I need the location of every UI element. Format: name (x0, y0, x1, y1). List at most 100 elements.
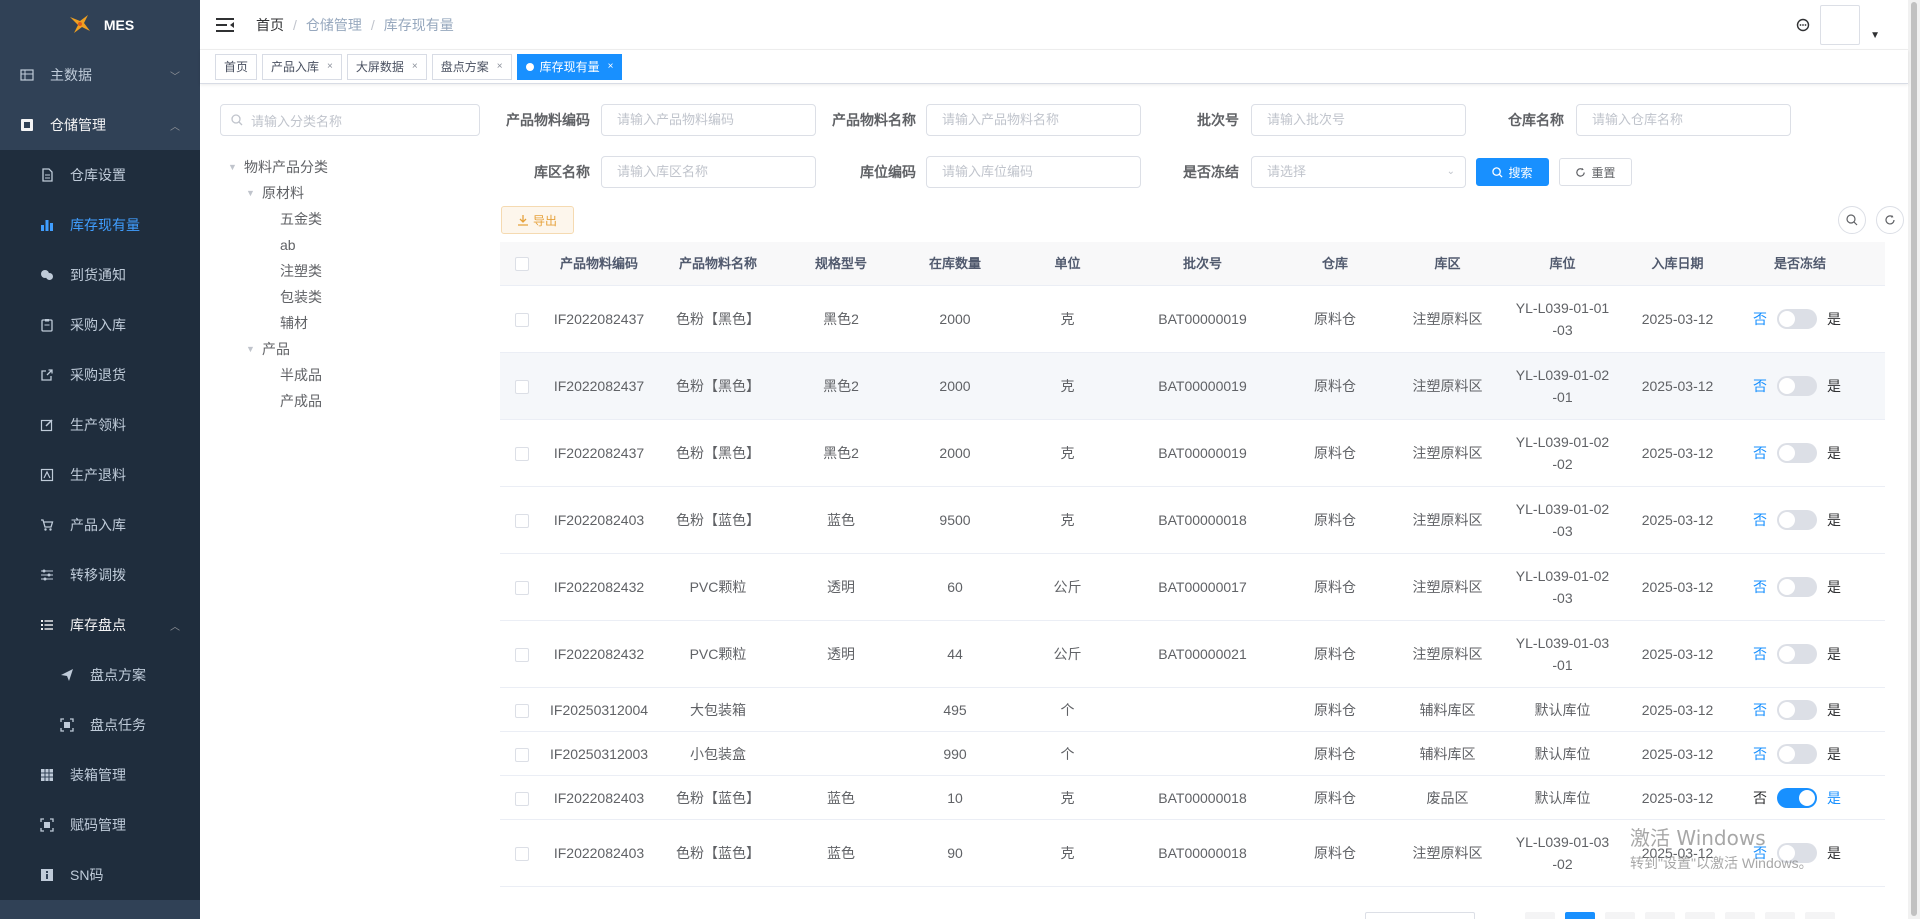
close-icon[interactable]: × (608, 61, 614, 72)
frozen-switch[interactable] (1777, 309, 1817, 329)
tree-node[interactable]: 产成品 (220, 388, 480, 414)
page-size-select[interactable] (1365, 912, 1475, 919)
close-icon[interactable]: × (497, 61, 503, 72)
sidebar-item-8[interactable]: 生产退料 (0, 450, 200, 500)
column-header[interactable]: 单位 (1010, 253, 1125, 275)
row-checkbox[interactable] (515, 380, 529, 395)
frozen-switch[interactable] (1777, 510, 1817, 530)
tag-3[interactable]: 盘点方案 × (431, 53, 512, 80)
row-checkbox[interactable] (515, 791, 529, 806)
warehouse-input[interactable]: 请输入仓库名称 (1576, 104, 1791, 136)
sidebar-item-11[interactable]: 库存盘点 ︿ (0, 600, 200, 650)
row-checkbox[interactable] (515, 313, 529, 328)
caret-down-icon[interactable]: ▼ (1870, 30, 1880, 41)
table-row[interactable]: IF2022082432 PVC颗粒 透明 60 公斤 BAT00000017 原料仓 注塑原… (500, 554, 1885, 621)
frozen-switch[interactable] (1777, 443, 1817, 463)
tree-node[interactable]: 辅材 (220, 310, 480, 336)
sidebar-item-13[interactable]: 盘点任务 (0, 700, 200, 750)
tree-node[interactable]: 五金类 (220, 206, 480, 232)
table-row[interactable]: IF2022082437 色粉【黑色】 黑色2 2000 克 BAT00000019 原料仓… (500, 286, 1885, 353)
row-checkbox[interactable] (515, 747, 529, 762)
reset-button[interactable]: 重置 (1559, 158, 1632, 186)
chat-icon[interactable] (1796, 18, 1810, 32)
page-2-button[interactable] (1605, 912, 1635, 919)
tree-node[interactable]: 包装类 (220, 284, 480, 310)
table-row[interactable]: IF2022082403 色粉【蓝色】 蓝色 90 克 BAT00000018 原料仓 注塑原… (500, 820, 1885, 887)
sidebar-item-4[interactable]: 到货通知 (0, 250, 200, 300)
logo[interactable]: MES (0, 0, 200, 50)
export-button[interactable]: 导出 (501, 206, 574, 234)
table-row[interactable]: IF2022082403 色粉【蓝色】 蓝色 10 克 BAT00000018 原料仓 废品区… (500, 776, 1885, 820)
page-1-button[interactable] (1565, 912, 1595, 919)
breadcrumb-warehouse[interactable]: 仓储管理 (306, 15, 362, 35)
breadcrumb-home[interactable]: 首页 (256, 15, 284, 35)
sidebar-item-10[interactable]: 转移调拨 (0, 550, 200, 600)
row-checkbox[interactable] (515, 703, 529, 718)
frozen-switch[interactable] (1777, 644, 1817, 664)
caret-down-icon[interactable]: ▼ (246, 188, 258, 198)
tree-node[interactable]: ▼ 产品 (220, 336, 480, 362)
location-input[interactable]: 请输入库位编码 (926, 156, 1141, 188)
frozen-switch[interactable] (1777, 699, 1817, 720)
sidebar-item-12[interactable]: 盘点方案 (0, 650, 200, 700)
select-all-checkbox[interactable] (515, 257, 529, 272)
sidebar-item-1[interactable]: 仓储管理 ︿ (0, 100, 200, 150)
item-code-input[interactable]: 请输入产品物料编码 (601, 104, 816, 136)
refresh-button[interactable] (1876, 206, 1904, 234)
column-header[interactable]: 在库数量 (900, 253, 1010, 275)
row-checkbox[interactable] (515, 447, 529, 462)
sidebar-item-15[interactable]: 赋码管理 (0, 800, 200, 850)
column-header[interactable]: 产品物料名称 (654, 253, 782, 275)
page-3-button[interactable] (1645, 912, 1675, 919)
tree-node[interactable]: 半成品 (220, 362, 480, 388)
avatar[interactable] (1820, 5, 1861, 45)
tag-0[interactable]: 首页 (215, 53, 258, 80)
table-row[interactable]: IF2022082437 色粉【黑色】 黑色2 2000 克 BAT00000019 原料仓… (500, 420, 1885, 487)
sidebar-item-0[interactable]: 主数据 ﹀ (0, 50, 200, 100)
sidebar-item-3[interactable]: 库存现有量 (0, 200, 200, 250)
area-input[interactable]: 请输入库区名称 (601, 156, 816, 188)
tree-node[interactable]: ab (220, 232, 480, 258)
frozen-select[interactable]: 请选择 ⌄ (1251, 156, 1466, 188)
table-row[interactable]: IF20250312003 小包装盒 990 个 原料仓 辅料库区 默认库位 2025-03-… (500, 732, 1885, 776)
page-6-button[interactable] (1765, 912, 1795, 919)
frozen-switch[interactable] (1777, 743, 1817, 764)
search-button[interactable]: 搜索 (1476, 158, 1549, 186)
close-icon[interactable]: × (412, 61, 418, 72)
tree-node[interactable]: ▼ 原材料 (220, 180, 480, 206)
row-checkbox[interactable] (515, 847, 529, 862)
caret-down-icon[interactable]: ▼ (246, 344, 258, 354)
close-icon[interactable]: × (327, 61, 333, 72)
item-name-input[interactable]: 请输入产品物料名称 (926, 104, 1141, 136)
sidebar-item-7[interactable]: 生产领料 (0, 400, 200, 450)
batch-input[interactable]: 请输入批次号 (1251, 104, 1466, 136)
column-header[interactable]: 产品物料编码 (544, 253, 654, 275)
frozen-switch[interactable] (1777, 577, 1817, 597)
sidebar-item-9[interactable]: 产品入库 (0, 500, 200, 550)
next-page-button[interactable] (1805, 912, 1835, 919)
hamburger-icon[interactable] (216, 17, 234, 33)
sidebar-item-14[interactable]: 装箱管理 (0, 750, 200, 800)
page-4-button[interactable] (1685, 912, 1715, 919)
table-row[interactable]: IF20250312004 大包装箱 495 个 原料仓 辅料库区 默认库位 2025-03-… (500, 688, 1885, 732)
column-header[interactable]: 库区 (1390, 253, 1505, 275)
sidebar-item-6[interactable]: 采购退货 (0, 350, 200, 400)
prev-page-button[interactable] (1525, 912, 1555, 919)
table-row[interactable]: IF2022082432 PVC颗粒 透明 44 公斤 BAT00000021 原料仓 注塑原… (500, 621, 1885, 688)
row-checkbox[interactable] (515, 648, 529, 663)
page-scrollbar[interactable] (1908, 0, 1920, 919)
tag-4[interactable]: 库存现有量 × (516, 53, 623, 80)
tree-node[interactable]: ▼ 物料产品分类 (220, 154, 480, 180)
column-header[interactable]: 规格型号 (782, 253, 900, 275)
frozen-switch[interactable] (1777, 843, 1817, 863)
table-row[interactable]: IF2022082403 色粉【蓝色】 蓝色 9500 克 BAT00000018 原料仓 注… (500, 487, 1885, 554)
row-checkbox[interactable] (515, 581, 529, 596)
row-checkbox[interactable] (515, 514, 529, 529)
tag-2[interactable]: 大屏数据 × (346, 53, 427, 80)
sidebar-item-2[interactable]: 仓库设置 (0, 150, 200, 200)
tree-node[interactable]: 注塑类 (220, 258, 480, 284)
sidebar-item-5[interactable]: 采购入库 (0, 300, 200, 350)
page-5-button[interactable] (1725, 912, 1755, 919)
frozen-switch[interactable] (1777, 376, 1817, 396)
tag-1[interactable]: 产品入库 × (262, 53, 342, 80)
